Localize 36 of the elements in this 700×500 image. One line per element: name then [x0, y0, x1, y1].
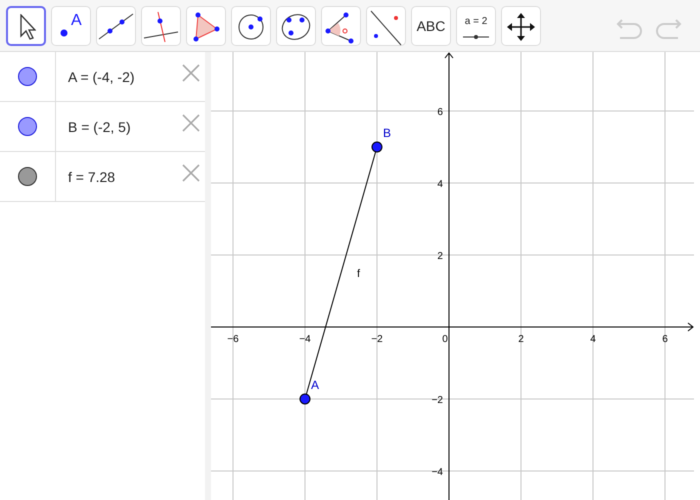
- reflect-icon: [370, 10, 402, 46]
- algebra-entry[interactable]: f = 7.28: [68, 168, 116, 184]
- triangle-icon: [192, 10, 220, 42]
- axis-tick-label: 2: [437, 251, 443, 262]
- point-label: A: [311, 378, 319, 392]
- axis-tick-label: 0: [442, 334, 448, 345]
- axis-tick-label: 4: [437, 179, 443, 190]
- pointer-icon: [20, 14, 36, 40]
- point-label: B: [383, 126, 391, 140]
- circle-icon: [238, 14, 264, 40]
- segment[interactable]: [300, 142, 382, 404]
- slider-icon: [462, 34, 490, 40]
- axis-tick-label: 6: [662, 334, 668, 345]
- axis-tick-label: 4: [590, 334, 596, 345]
- segment-label: f: [357, 268, 360, 280]
- axis-tick-label: −2: [432, 395, 443, 406]
- perpendicular-line-icon: [143, 10, 179, 42]
- line-icon: [98, 12, 134, 40]
- visibility-toggle[interactable]: [18, 117, 37, 136]
- algebra-entry[interactable]: A = (-4, -2): [68, 68, 135, 84]
- tool-button[interactable]: A: [51, 6, 91, 46]
- axis-tick-label: −4: [299, 334, 311, 345]
- tool-button[interactable]: a = 2: [456, 6, 496, 46]
- axis-tick-label: −4: [432, 466, 443, 478]
- axis-tick-label: 2: [518, 334, 524, 345]
- visibility-toggle[interactable]: [18, 67, 37, 86]
- angle-icon: [324, 10, 354, 44]
- visibility-toggle[interactable]: [18, 167, 37, 186]
- move-arrows-icon: [506, 12, 536, 42]
- tool-button[interactable]: [6, 6, 46, 46]
- axis-tick-label: −6: [227, 334, 239, 345]
- algebra-entry[interactable]: B = (-2, 5): [68, 118, 131, 134]
- axis-tick-label: 6: [437, 107, 443, 118]
- point-icon: [59, 28, 68, 36]
- axis-tick-label: −2: [371, 334, 383, 345]
- text-tool-button[interactable]: ABC: [411, 6, 451, 46]
